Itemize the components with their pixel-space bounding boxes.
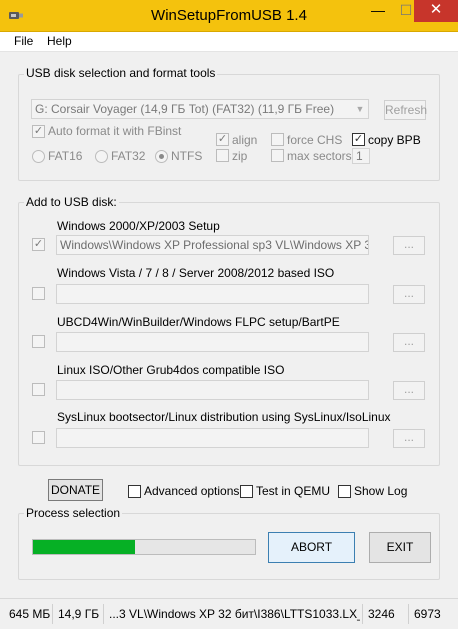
status-separator (52, 604, 53, 624)
ntfs-radio[interactable] (155, 150, 168, 163)
item-checkbox-vista[interactable] (32, 287, 45, 300)
force-chs-checkbox[interactable] (271, 133, 284, 146)
status-cell-used: 645 МБ (9, 607, 51, 621)
item-label-syslinux: SysLinux bootsector/Linux distribution u… (57, 410, 391, 424)
zip-checkbox[interactable] (216, 149, 229, 162)
fat32-radio[interactable] (95, 150, 108, 163)
item-path-linux[interactable] (56, 380, 369, 400)
advanced-options-checkbox[interactable] (128, 485, 141, 498)
show-log-label: Show Log (354, 484, 408, 498)
item-path-vista[interactable] (56, 284, 369, 304)
progress-fill (33, 540, 136, 554)
show-log-checkbox[interactable] (338, 485, 351, 498)
item-checkbox-bartpe[interactable] (32, 335, 45, 348)
fat16-radio[interactable] (32, 150, 45, 163)
align-checkbox[interactable]: ✓ (216, 133, 229, 146)
browse-button-vista[interactable]: ... (393, 285, 425, 304)
item-checkbox-linux[interactable] (32, 383, 45, 396)
item-checkbox-syslinux[interactable] (32, 431, 45, 444)
item-path-syslinux[interactable] (56, 428, 369, 448)
test-qemu-label: Test in QEMU (256, 484, 331, 498)
ntfs-label: NTFS (171, 149, 203, 163)
max-sectors-label: max sectors (287, 149, 352, 163)
refresh-button[interactable]: Refresh (384, 100, 427, 120)
status-cell-total: 14,9 ГБ (58, 607, 100, 621)
auto-format-checkbox[interactable]: ✓ (32, 125, 45, 138)
force-chs-label: force CHS (287, 133, 343, 147)
usb-group-title: USB disk selection and format tools (24, 66, 218, 80)
close-button[interactable]: ✕ (414, 0, 458, 22)
status-separator (408, 604, 409, 624)
fat16-label: FAT16 (48, 149, 83, 163)
exit-button[interactable]: EXIT (369, 532, 431, 563)
check-icon: ✓ (33, 125, 44, 137)
browse-button-linux[interactable]: ... (393, 381, 425, 400)
abort-button[interactable]: ABORT (268, 532, 355, 563)
browse-button-syslinux[interactable]: ... (393, 429, 425, 448)
item-path-bartpe[interactable] (56, 332, 369, 352)
zip-label: zip (232, 149, 248, 163)
chevron-down-icon: ▼ (355, 104, 365, 114)
copy-bpb-label: copy BPB (368, 133, 421, 147)
item-path-winxp[interactable]: Windows\Windows XP Professional sp3 VL\W… (56, 235, 369, 255)
status-cell-count2: 6973 (414, 607, 441, 621)
advanced-options-label: Advanced options (144, 484, 240, 498)
donate-button[interactable]: DONATE (48, 479, 103, 501)
item-label-bartpe: UBCD4Win/WinBuilder/Windows FLPC setup/B… (57, 315, 340, 329)
item-label-winxp: Windows 2000/XP/2003 Setup (57, 219, 220, 233)
status-cell-count1: 3246 (368, 607, 395, 621)
item-checkbox-winxp[interactable]: ✓ (32, 238, 45, 251)
item-label-linux: Linux ISO/Other Grub4dos compatible ISO (57, 363, 285, 377)
title-bar[interactable]: WinSetupFromUSB 1.4 — ☐ ✕ (0, 0, 458, 32)
align-label: align (232, 133, 258, 147)
status-cell-file: ...3 VL\Windows XP 32 бит\I386\LTTS1033.… (109, 607, 360, 621)
fat32-label: FAT32 (111, 149, 146, 163)
check-icon: ✓ (353, 133, 364, 145)
menu-file[interactable]: File (14, 34, 33, 48)
usb-disk-selected: G: Corsair Voyager (14,9 ГБ Tot) (FAT32)… (35, 102, 335, 116)
status-bar: 645 МБ 14,9 ГБ ...3 VL\Windows XP 32 бит… (0, 598, 458, 629)
copy-bpb-checkbox[interactable]: ✓ (352, 133, 365, 146)
max-sectors-checkbox[interactable] (271, 149, 284, 162)
item-label-vista: Windows Vista / 7 / 8 / Server 2008/2012… (57, 266, 335, 280)
menu-help[interactable]: Help (47, 34, 72, 48)
browse-button-bartpe[interactable]: ... (393, 333, 425, 352)
status-separator (103, 604, 104, 624)
add-group-title: Add to USB disk: (24, 195, 119, 209)
check-icon: ✓ (217, 133, 228, 145)
progress-bar (32, 539, 256, 555)
auto-format-label: Auto format it with FBinst (48, 124, 182, 138)
menu-bar: File Help (0, 32, 458, 52)
test-qemu-checkbox[interactable] (240, 485, 253, 498)
minimize-button[interactable]: — (364, 0, 392, 22)
browse-button-winxp[interactable]: ... (393, 236, 425, 255)
max-sectors-input[interactable]: 1 (352, 148, 370, 164)
radio-dot (159, 154, 164, 159)
status-separator (362, 604, 363, 624)
check-icon: ✓ (33, 238, 44, 250)
usb-disk-combo[interactable]: G: Corsair Voyager (14,9 ГБ Tot) (FAT32)… (31, 99, 369, 119)
process-group-title: Process selection (24, 506, 123, 520)
